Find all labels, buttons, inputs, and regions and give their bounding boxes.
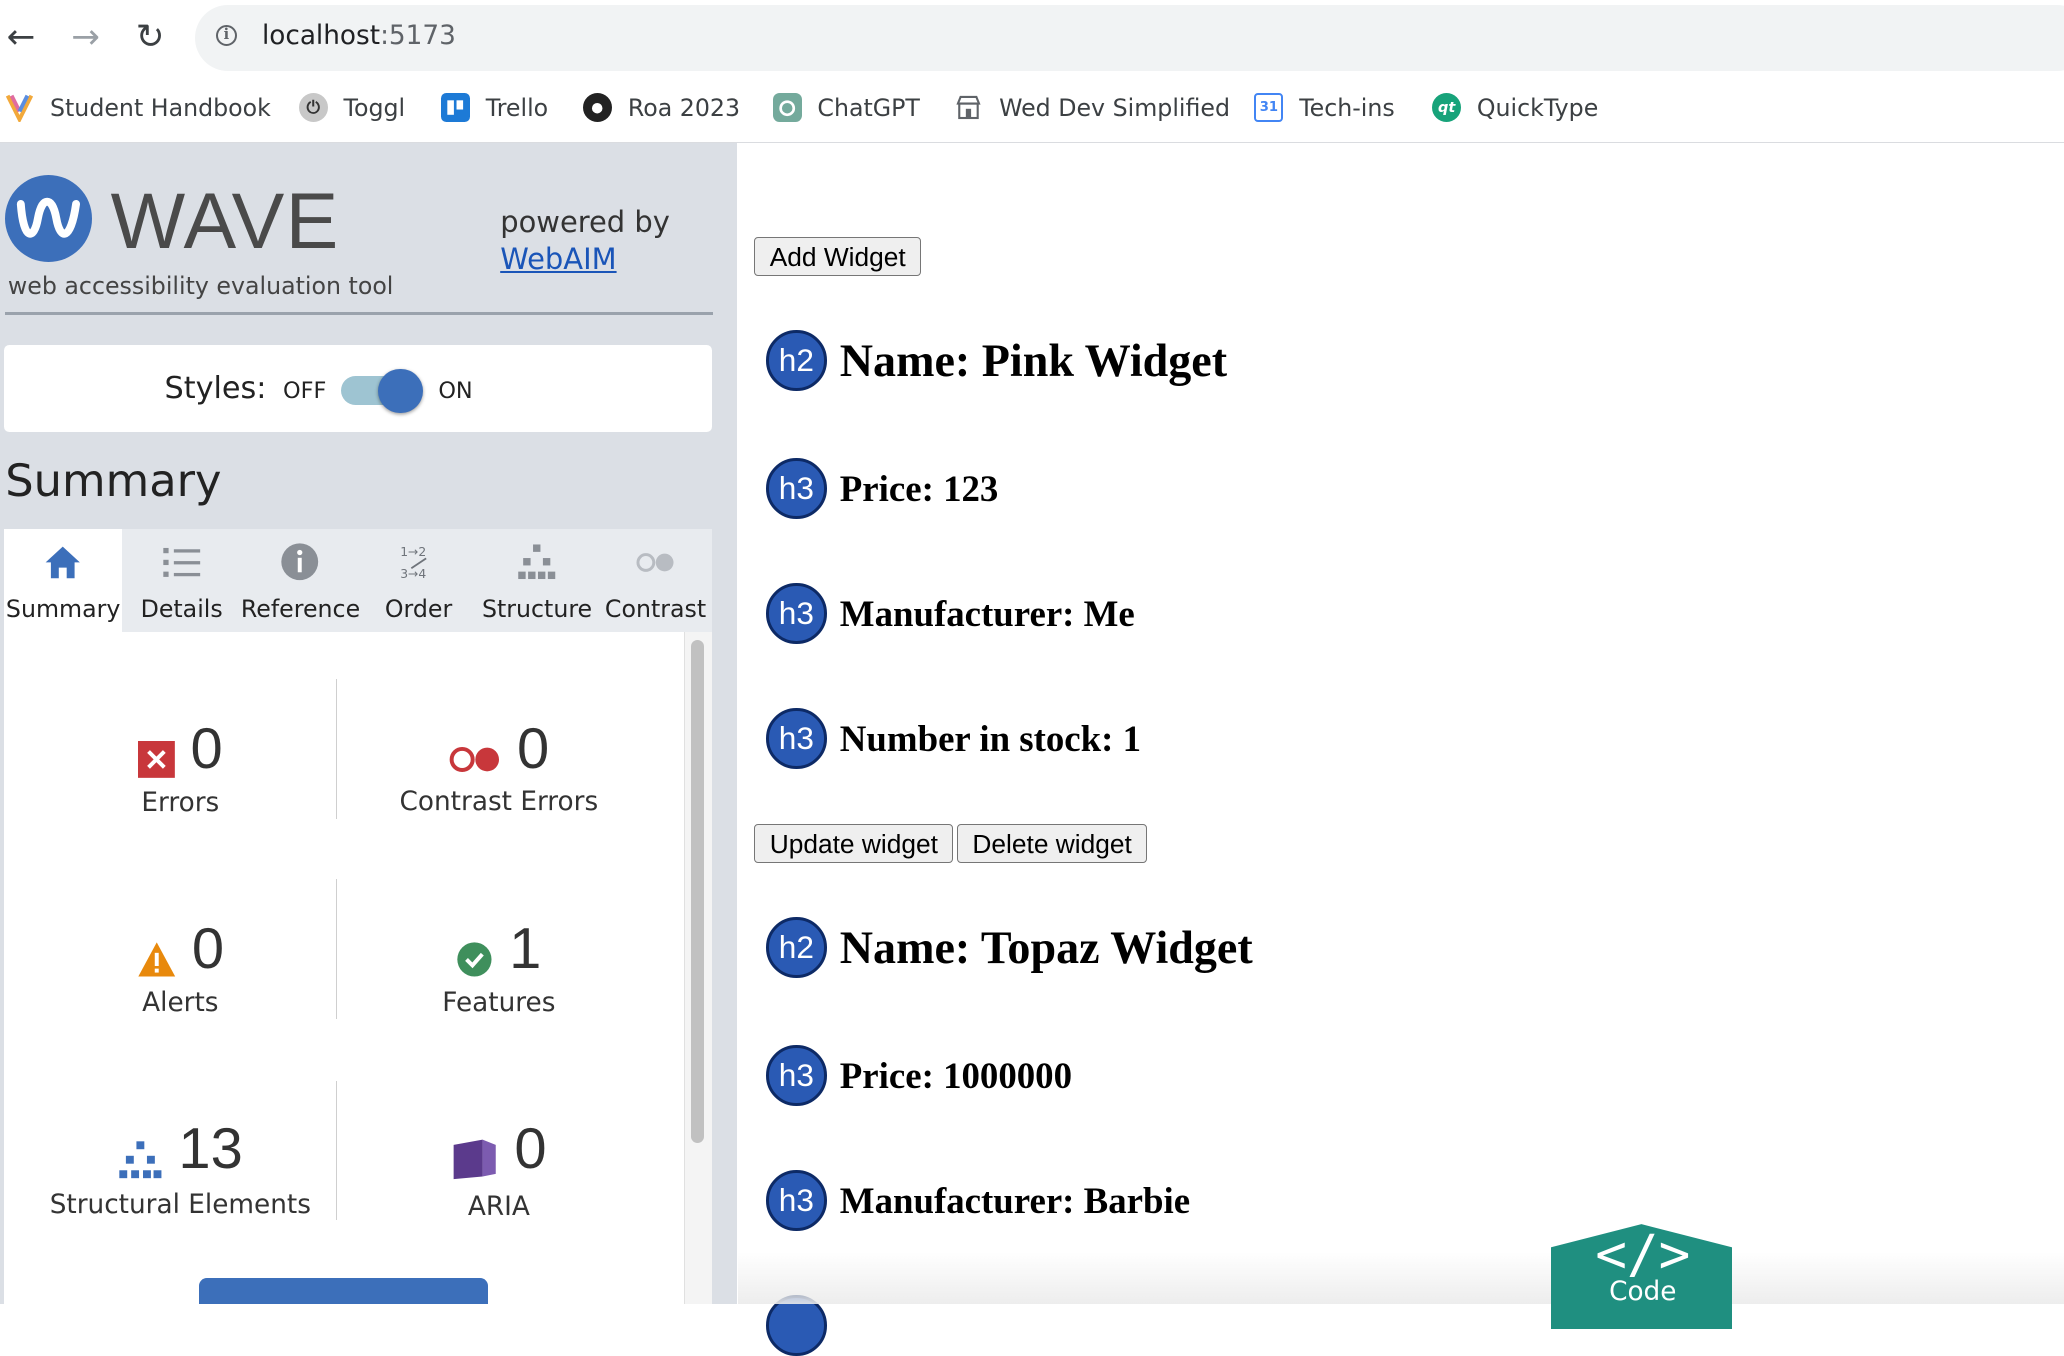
reload-icon[interactable]: ↻ (129, 16, 171, 58)
bookmark-toggl[interactable]: ⏻ Toggl (298, 89, 405, 126)
svg-text:1→2: 1→2 (400, 545, 426, 559)
handbook-icon (5, 93, 34, 123)
bottom-fade (738, 1251, 2064, 1305)
aria-cube-icon (451, 1137, 498, 1187)
errors-label: Errors (141, 788, 220, 819)
wave-logo-icon (5, 175, 93, 262)
styles-toggle-panel: Styles: OFF ON (3, 344, 713, 432)
wave-subtitle: web accessibility evaluation tool (7, 272, 394, 301)
contrast-icon (636, 542, 675, 581)
h3-badge: h3 (766, 458, 827, 519)
structural-elements-stat[interactable]: 13 Structural Elements (22, 1116, 338, 1219)
widget-name-heading: h2 Name: Pink Widget (766, 330, 1227, 391)
tab-summary[interactable]: Summary (3, 529, 123, 632)
webaim-link[interactable]: WebAIM (500, 242, 616, 276)
tab-details[interactable]: Details (122, 529, 240, 632)
tab-contrast[interactable]: Contrast (596, 529, 714, 632)
trello-icon (440, 93, 470, 123)
bookmark-tech-ins[interactable]: 31 Tech-ins (1254, 89, 1395, 126)
bookmark-roa-2023[interactable]: Roa 2023 (583, 89, 740, 126)
errors-count: 0 (190, 717, 223, 782)
list-icon (162, 542, 201, 581)
github-icon (583, 93, 613, 123)
contrast-error-icon (449, 745, 502, 779)
forward-arrow-icon[interactable]: → (65, 16, 107, 58)
code-label[interactable]: Code (1587, 1277, 1698, 1307)
widget-manufacturer-heading: h3 Manufacturer: Barbie (766, 1170, 1190, 1231)
info-icon (280, 542, 319, 581)
aria-stat[interactable]: 0 ARIA (341, 1116, 657, 1222)
widget-price-heading: h3 Price: 1000000 (766, 1045, 1072, 1106)
tab-structure[interactable]: Structure (478, 529, 596, 632)
back-arrow-icon[interactable]: ← (0, 16, 42, 58)
bookmark-student-handbook[interactable]: Student Handbook (5, 89, 271, 126)
contrast-errors-count: 0 (516, 717, 550, 782)
delete-widget-button[interactable]: Delete widget (956, 824, 1148, 864)
h2-badge: h2 (766, 330, 827, 391)
h3-badge: h3 (766, 583, 827, 644)
summary-panel: 0 Errors 0 Contrast Errors 0 Alerts 1 Fe… (3, 631, 713, 1305)
contrast-errors-stat[interactable]: 0 Contrast Errors (341, 716, 657, 817)
bookmark-quicktype[interactable]: qt QuickType (1432, 89, 1598, 126)
error-icon (137, 741, 175, 783)
h3-badge: h3 (766, 708, 827, 769)
update-widget-button[interactable]: Update widget (754, 824, 954, 864)
url-text[interactable]: localhost:5173 (262, 21, 456, 51)
contrast-errors-label: Contrast Errors (399, 787, 599, 818)
styles-on-label: ON (438, 377, 473, 404)
order-icon: 1→2 3→4 (399, 542, 438, 581)
bookmarks-bar: Student Handbook ⏻ Toggl Trello Roa 2023… (0, 73, 2064, 144)
widget-price-heading: h3 Price: 123 (766, 458, 998, 519)
structural-elements-count: 13 (178, 1117, 243, 1182)
features-stat[interactable]: 1 Features (341, 916, 657, 1018)
tab-reference[interactable]: Reference (241, 529, 360, 632)
add-widget-button[interactable]: Add Widget (754, 236, 922, 277)
h3-badge: h3 (766, 1170, 827, 1231)
calendar-icon: 31 (1254, 93, 1284, 123)
alerts-count: 0 (191, 917, 225, 982)
aria-label: ARIA (467, 1192, 530, 1223)
bookmark-trello[interactable]: Trello (440, 89, 548, 126)
alerts-stat[interactable]: 0 Alerts (22, 916, 338, 1018)
h2-badge: h2 (766, 917, 827, 979)
svg-text:3→4: 3→4 (400, 567, 426, 581)
wave-sidebar: WAVE web accessibility evaluation tool p… (0, 143, 738, 1305)
features-label: Features (442, 988, 556, 1019)
alert-icon (137, 941, 176, 983)
address-bar[interactable]: i localhost:5173 (194, 5, 2064, 72)
site-info-icon[interactable]: i (215, 24, 237, 47)
styles-off-label: OFF (282, 377, 327, 404)
widget-stock-heading: h3 Number in stock: 1 (766, 708, 1141, 769)
features-count: 1 (509, 917, 542, 982)
widget-name-heading: h2 Name: Topaz Widget (766, 917, 1253, 979)
structure-icon (517, 542, 556, 581)
powered-by: powered by WebAIM (500, 205, 670, 276)
home-icon (43, 542, 82, 581)
widget-manufacturer-heading: h3 Manufacturer: Me (766, 583, 1135, 644)
bookmark-wed-dev-simplified[interactable]: Wed Dev Simplified (954, 89, 1230, 126)
view-details-button[interactable] (198, 1278, 489, 1305)
wave-tabs: Summary Details Reference 1→2 3→4 Order S… (3, 529, 714, 632)
structural-elements-label: Structural Elements (49, 1189, 311, 1220)
chatgpt-icon (772, 93, 802, 123)
summary-heading: Summary (5, 454, 222, 508)
store-icon (954, 93, 983, 122)
structure-icon (118, 1140, 163, 1184)
bookmark-chatgpt[interactable]: ChatGPT (772, 89, 920, 126)
wave-title: WAVE (110, 176, 340, 265)
h3-badge: h3 (766, 1045, 827, 1106)
tab-order[interactable]: 1→2 3→4 Order (359, 529, 477, 632)
aria-count: 0 (514, 1117, 547, 1182)
browser-toolbar: ← → ↻ i localhost:5173 (0, 0, 2064, 74)
styles-label: Styles: (164, 371, 267, 407)
page-content: Add Widget h2 Name: Pink Widget h3 Price… (738, 143, 2064, 1356)
feature-check-icon (456, 941, 493, 983)
errors-stat[interactable]: 0 Errors (22, 716, 338, 818)
quicktype-icon: qt (1432, 93, 1462, 123)
panel-scroll-thumb[interactable] (691, 639, 705, 1143)
styles-toggle-knob[interactable] (377, 368, 423, 414)
divider (5, 311, 714, 315)
toggl-icon: ⏻ (298, 93, 328, 123)
alerts-label: Alerts (142, 988, 219, 1019)
